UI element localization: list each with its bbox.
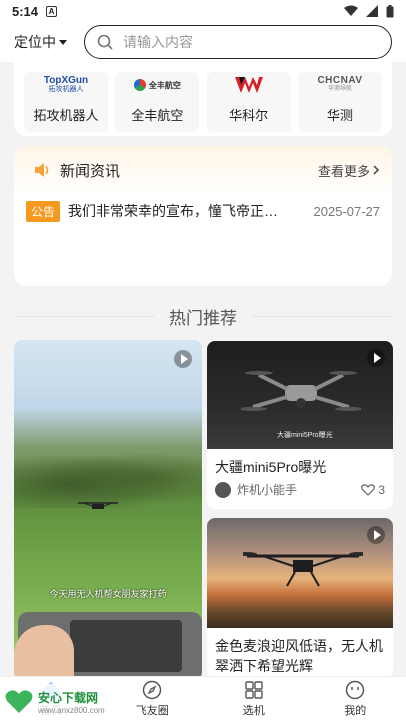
brand-name: 全丰航空 bbox=[131, 108, 184, 123]
status-bar: 5:14 A bbox=[0, 0, 406, 22]
avatar[interactable] bbox=[215, 481, 231, 498]
news-item[interactable]: 公告 我们非常荣幸的宣布，憧飞帝正式… 2025-07-27 bbox=[14, 200, 392, 222]
author-name[interactable]: 炸机小能手 bbox=[237, 481, 297, 498]
play-icon[interactable] bbox=[367, 526, 385, 544]
watermark: 安心下载网 www.anxz800.com bbox=[0, 684, 110, 720]
video-title: 金色麦浪迎风低语，无人机翠洒下希望光辉 bbox=[215, 638, 383, 674]
brand-item-quanfeng[interactable]: 全丰航空 全丰航空 bbox=[115, 72, 200, 132]
announcement-badge: 公告 bbox=[26, 200, 61, 222]
brand-item-walkera[interactable]: 华科尔 bbox=[206, 72, 291, 132]
topxgun-logo: TopXGun 拓攻机器人 bbox=[43, 75, 89, 94]
top-header: 定位中 请输入内容 bbox=[0, 22, 406, 62]
search-icon bbox=[97, 34, 113, 50]
tab-label: 选机 bbox=[242, 705, 265, 717]
notification-icon: A bbox=[46, 5, 58, 17]
brand-item-topxgun[interactable]: TopXGun 拓攻机器人 拓攻机器人 bbox=[24, 72, 108, 132]
heart-logo-icon bbox=[5, 690, 33, 713]
video-card-farm[interactable]: 今天用无人机帮女朋友家打药 bbox=[14, 340, 202, 676]
tab-select-drone[interactable]: 选机 bbox=[203, 677, 305, 721]
smile-icon bbox=[346, 680, 365, 700]
video-card-mini5pro[interactable]: 大疆mini5Pro曝光 大疆mini5Pro曝光 炸机小能手 3 bbox=[207, 341, 393, 509]
tab-flyer-circle[interactable]: 飞友圈 bbox=[102, 677, 204, 721]
video-thumbnail: 大疆mini5Pro曝光 bbox=[207, 341, 393, 449]
brand-name: 拓攻机器人 bbox=[33, 108, 99, 123]
news-title: 新闻资讯 bbox=[60, 162, 121, 180]
compass-icon bbox=[143, 680, 162, 700]
like-button[interactable]: 3 bbox=[361, 483, 385, 497]
play-icon[interactable] bbox=[174, 350, 192, 368]
news-card: 新闻资讯 查看更多 公告 我们非常荣幸的宣布，憧飞帝正式… 2025-07-27 bbox=[14, 146, 392, 286]
thumbnail-trees bbox=[14, 448, 202, 508]
chevron-right-icon bbox=[373, 165, 380, 175]
divider bbox=[14, 315, 155, 317]
drone-image bbox=[78, 502, 118, 509]
brand-list: TopXGun 拓攻机器人 拓攻机器人 全丰航空 全丰航空 华科尔 CHCNAV… bbox=[14, 62, 392, 136]
drone-image bbox=[243, 552, 363, 587]
search-placeholder: 请输入内容 bbox=[123, 34, 193, 50]
heart-icon bbox=[361, 483, 376, 496]
watermark-title: 安心下载网 bbox=[38, 691, 99, 705]
section-title: 热门推荐 bbox=[169, 308, 237, 328]
news-item-date: 2025-07-27 bbox=[313, 203, 381, 219]
drone-image bbox=[241, 371, 361, 411]
controller-screen bbox=[70, 620, 182, 672]
location-selector[interactable]: 定位中 bbox=[14, 32, 84, 52]
news-more-label: 查看更多 bbox=[317, 163, 370, 179]
like-count: 3 bbox=[378, 482, 385, 497]
video-title: 大疆mini5Pro曝光 bbox=[215, 459, 327, 475]
hot-recommend-header: 热门推荐 bbox=[14, 304, 392, 328]
walkera-logo bbox=[234, 75, 263, 95]
tab-label: 飞友圈 bbox=[135, 705, 169, 717]
speaker-icon bbox=[35, 163, 49, 177]
hand-image bbox=[14, 625, 74, 676]
battery-icon bbox=[386, 4, 394, 17]
video-meta: 炸机小能手 3 bbox=[207, 477, 393, 502]
quanfeng-logo: 全丰航空 bbox=[133, 75, 181, 95]
location-label: 定位中 bbox=[14, 34, 56, 50]
grid-icon bbox=[245, 681, 263, 699]
news-item-text: 我们非常荣幸的宣布，憧飞帝正式… bbox=[68, 203, 291, 219]
recommend-feed: 今天用无人机帮女朋友家打药 大疆mini5Pro曝光 大疆mini5Pro曝光 bbox=[0, 340, 406, 676]
caret-down-icon bbox=[59, 39, 67, 45]
signal-icon bbox=[366, 5, 378, 17]
video-thumbnail bbox=[207, 518, 393, 628]
divider bbox=[251, 315, 392, 317]
news-header: 新闻资讯 查看更多 bbox=[14, 146, 392, 194]
watermark-url: www.anxz800.com bbox=[38, 706, 105, 715]
wifi-icon bbox=[344, 5, 358, 16]
thumbnail-caption: 大疆mini5Pro曝光 bbox=[277, 432, 333, 439]
search-input[interactable]: 请输入内容 bbox=[84, 25, 392, 59]
status-time: 5:14 bbox=[12, 3, 39, 19]
play-icon[interactable] bbox=[367, 349, 385, 367]
news-more-link[interactable]: 查看更多 bbox=[318, 161, 380, 180]
tab-label: 我的 bbox=[344, 705, 367, 717]
brand-name: 华科尔 bbox=[229, 108, 269, 123]
brand-name: 华测 bbox=[326, 108, 353, 123]
video-caption: 今天用无人机帮女朋友家打药 bbox=[49, 589, 167, 599]
video-card-wheat[interactable]: 金色麦浪迎风低语，无人机翠洒下希望光辉 bbox=[207, 518, 393, 676]
status-right bbox=[344, 4, 394, 18]
brand-item-chcnav[interactable]: CHCNAV 华测导航 华测 bbox=[297, 72, 382, 132]
tab-mine[interactable]: 我的 bbox=[305, 677, 406, 721]
chcnav-logo: CHCNAV 华测导航 bbox=[317, 75, 363, 93]
